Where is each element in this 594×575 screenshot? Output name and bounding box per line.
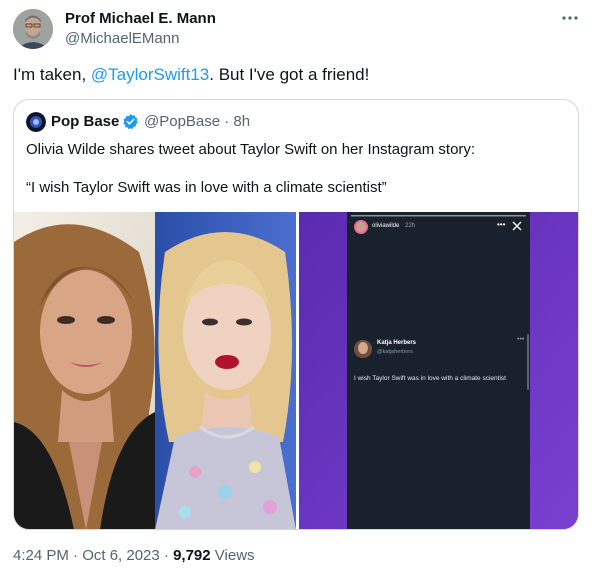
quote-text-line2: “I wish Taylor Swift was in love with a … — [26, 179, 387, 196]
quote-handle-time[interactable]: @PopBase · 8h — [144, 113, 250, 130]
author-handle[interactable]: @MichaelEMann — [65, 30, 179, 47]
story-username: oliviawilde — [372, 223, 400, 229]
story-panel: oliviawilde 22h ••• Katja Herbers @katja… — [347, 212, 530, 529]
reply-author-handle: @katjaherbers — [377, 349, 413, 355]
author-name[interactable]: Prof Michael E. Mann — [65, 10, 216, 27]
tweet-text: I'm taken, @TaylorSwift13. But I've got … — [13, 65, 369, 85]
views-count: 9,792 — [173, 547, 211, 564]
more-options-button[interactable] — [558, 8, 582, 28]
story-scrollbar — [527, 334, 529, 390]
quote-text-line1: Olivia Wilde shares tweet about Taylor S… — [26, 141, 476, 158]
author-avatar[interactable] — [13, 9, 53, 49]
reply-more-icon: ••• — [517, 336, 525, 343]
quoted-tweet[interactable]: Pop Base @PopBase · 8h Olivia Wilde shar… — [13, 99, 579, 530]
story-progress-bar — [351, 215, 526, 217]
reply-author-name: Katja Herbers — [377, 340, 417, 346]
tweet-meta: 4:24 PM · Oct 6, 2023 · 9,792 Views — [13, 547, 255, 564]
close-icon — [512, 221, 522, 231]
story-user-avatar-icon — [354, 220, 368, 234]
quote-avatar[interactable] — [26, 112, 46, 132]
story-time: 22h — [405, 223, 416, 229]
reply-text: I wish Taylor Swift was in love with a c… — [354, 375, 506, 382]
tweet-timestamp[interactable]: 4:24 PM · Oct 6, 2023 · — [13, 547, 173, 564]
photo-olivia-wilde[interactable] — [14, 212, 155, 529]
quote-author-name[interactable]: Pop Base — [51, 113, 119, 130]
verified-badge-icon — [123, 114, 138, 130]
more-dots-icon — [562, 16, 578, 20]
quote-media[interactable]: oliviawilde 22h ••• Katja Herbers @katja… — [14, 212, 578, 529]
photo-taylor-swift[interactable] — [155, 212, 296, 529]
reply-avatar — [354, 340, 372, 358]
tweet-text-before: I'm taken, — [13, 65, 91, 84]
mention-link[interactable]: @TaylorSwift13 — [91, 65, 209, 84]
views-label: Views — [210, 547, 255, 564]
story-more-icon: ••• — [497, 220, 506, 229]
photo-instagram-story[interactable]: oliviawilde 22h ••• Katja Herbers @katja… — [299, 212, 578, 529]
tweet-text-after: . But I've got a friend! — [209, 65, 370, 84]
